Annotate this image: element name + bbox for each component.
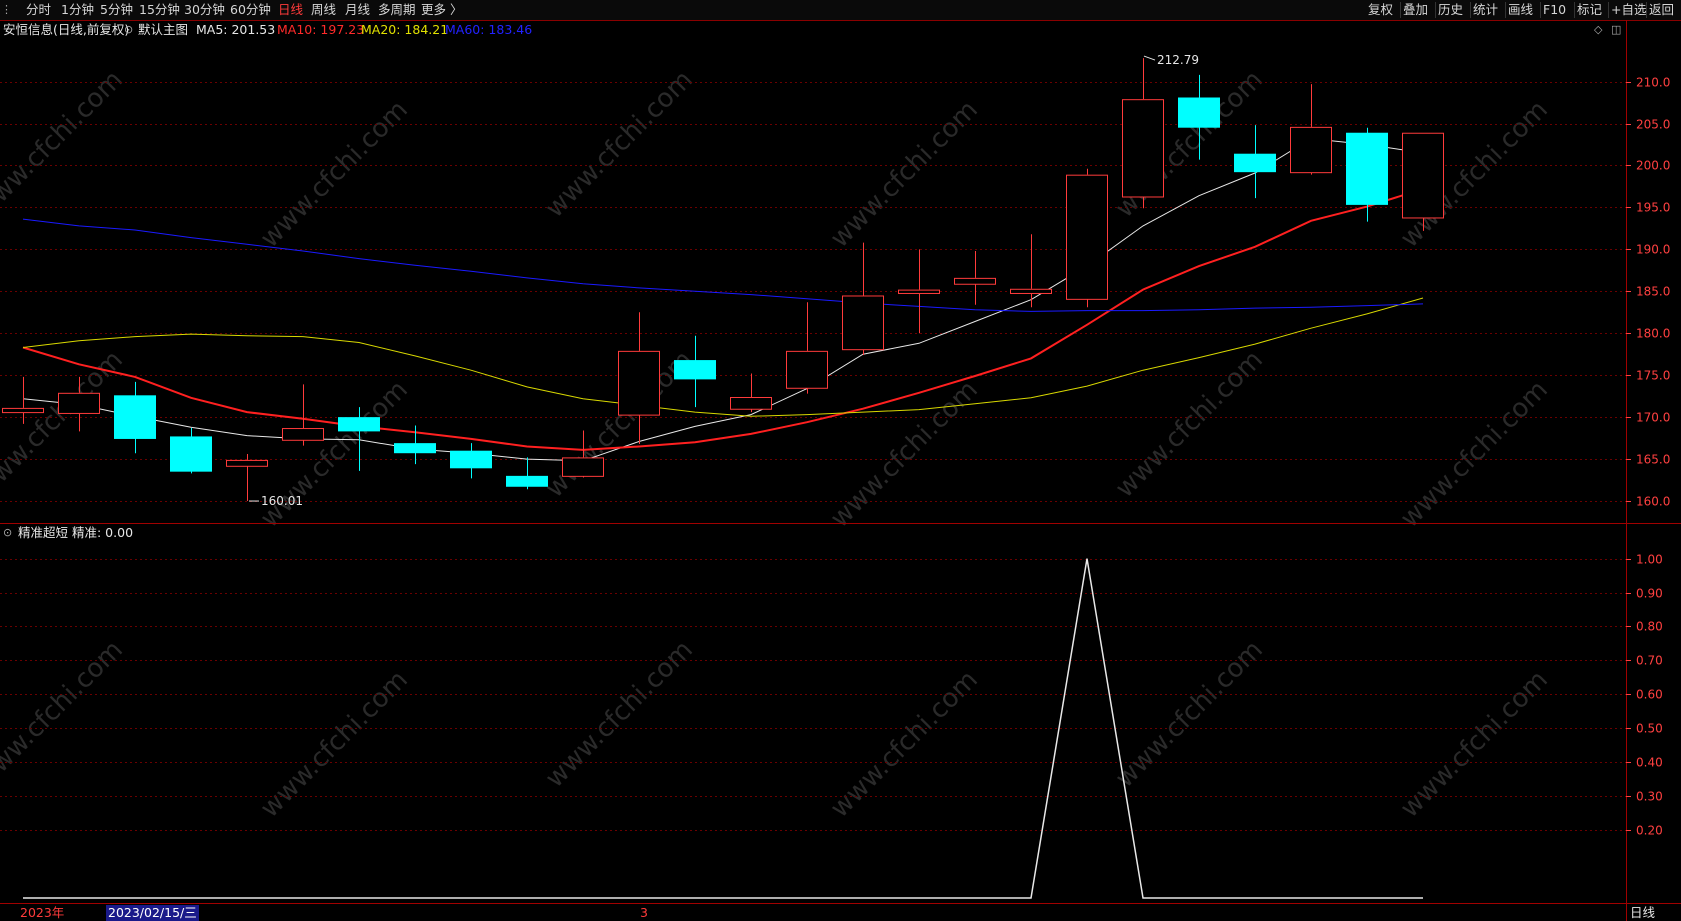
candle-body-8 bbox=[450, 450, 492, 469]
sub-tick-label-7: 0.90 bbox=[1636, 587, 1663, 601]
watermark-13: www.cfchi.com bbox=[255, 665, 414, 824]
candle-body-1 bbox=[58, 392, 100, 414]
candle-body-20 bbox=[1122, 99, 1164, 198]
watermark-layer: www.cfchi.com www.cfchi.com www.cfchi.com w… bbox=[0, 65, 1554, 824]
watermark-12: www.cfchi.com bbox=[0, 635, 129, 794]
candle-body-16 bbox=[898, 289, 940, 294]
watermark-9: www.cfchi.com bbox=[825, 375, 984, 534]
candle-body-22 bbox=[1234, 153, 1276, 173]
candle-14 bbox=[786, 302, 828, 394]
year-label: 2023年 bbox=[20, 905, 65, 920]
watermark-11: www.cfchi.com bbox=[1395, 375, 1554, 534]
watermark-7: www.cfchi.com bbox=[255, 375, 414, 534]
candle-body-19 bbox=[1066, 174, 1108, 300]
candle-22 bbox=[1234, 125, 1276, 199]
main-tick-label-4: 180.0 bbox=[1636, 327, 1670, 341]
main-tick-label-7: 195.0 bbox=[1636, 201, 1670, 215]
candle-15 bbox=[842, 242, 884, 356]
period-label[interactable]: 日线 bbox=[1630, 905, 1655, 921]
sub-tick-label-3: 0.50 bbox=[1636, 722, 1663, 736]
max-price-label: 212.79 bbox=[1157, 53, 1199, 67]
watermark-17: www.cfchi.com bbox=[1395, 665, 1554, 824]
ma-line-ma60 bbox=[22, 218, 1424, 312]
main-tick-label-6: 190.0 bbox=[1636, 243, 1670, 257]
watermark-1: www.cfchi.com bbox=[255, 95, 414, 254]
candle-17 bbox=[954, 251, 996, 305]
candle-body-18 bbox=[1010, 288, 1052, 294]
candle-9 bbox=[506, 457, 548, 490]
month-mark: 3 bbox=[640, 905, 648, 920]
min-price-label: 160.01 bbox=[261, 494, 303, 508]
watermark-2: www.cfchi.com bbox=[540, 65, 699, 224]
candle-13 bbox=[730, 373, 772, 413]
candle-body-10 bbox=[562, 457, 604, 477]
candle-body-3 bbox=[170, 436, 212, 472]
candle-16 bbox=[898, 249, 940, 334]
candle-body-17 bbox=[954, 277, 996, 285]
main-tick-label-3: 175.0 bbox=[1636, 369, 1670, 383]
watermark-10: www.cfchi.com bbox=[1110, 345, 1269, 504]
watermark-0: www.cfchi.com bbox=[0, 65, 129, 224]
candle-body-21 bbox=[1178, 97, 1220, 128]
candle-body-15 bbox=[842, 295, 884, 351]
candle-body-4 bbox=[226, 459, 268, 467]
candle-18 bbox=[1010, 234, 1052, 308]
sub-tick-label-4: 0.60 bbox=[1636, 688, 1663, 702]
main-tick-label-1: 165.0 bbox=[1636, 453, 1670, 467]
candle-12 bbox=[674, 335, 716, 408]
sub-tick-label-1: 0.30 bbox=[1636, 790, 1663, 804]
candle-body-14 bbox=[786, 350, 828, 389]
candle-2 bbox=[114, 381, 156, 454]
chart-canvas[interactable]: www.cfchi.com www.cfchi.com www.cfchi.com w… bbox=[0, 0, 1681, 921]
watermark-3: www.cfchi.com bbox=[825, 95, 984, 254]
candle-5 bbox=[282, 384, 324, 446]
sub-tick-label-5: 0.70 bbox=[1636, 654, 1663, 668]
max-arrow bbox=[1143, 55, 1156, 61]
candle-body-9 bbox=[506, 475, 548, 487]
candle-body-24 bbox=[1346, 132, 1388, 205]
candle-body-13 bbox=[730, 396, 772, 410]
candle-body-11 bbox=[618, 350, 660, 416]
candle-body-7 bbox=[394, 443, 436, 454]
main-tick-label-10: 210.0 bbox=[1636, 76, 1670, 90]
candle-body-12 bbox=[674, 360, 716, 380]
sub-tick-label-8: 1.00 bbox=[1636, 553, 1663, 567]
sub-tick-label-6: 0.80 bbox=[1636, 620, 1663, 634]
candle-body-25 bbox=[1402, 132, 1444, 219]
candle-23 bbox=[1290, 84, 1332, 175]
candle-3 bbox=[170, 428, 212, 474]
candle-20 bbox=[1122, 58, 1164, 209]
watermark-16: www.cfchi.com bbox=[1110, 635, 1269, 794]
candle-8 bbox=[450, 443, 492, 479]
sub-indicator-line bbox=[23, 558, 1423, 899]
candle-body-6 bbox=[338, 417, 380, 432]
signal-line bbox=[23, 558, 1423, 899]
candle-25 bbox=[1402, 132, 1444, 231]
watermark-15: www.cfchi.com bbox=[825, 665, 984, 824]
candle-body-2 bbox=[114, 395, 156, 439]
main-tick-label-5: 185.0 bbox=[1636, 285, 1670, 299]
watermark-14: www.cfchi.com bbox=[540, 635, 699, 794]
cursor-date: 2023/02/15/三 bbox=[106, 905, 199, 921]
main-tick-label-9: 205.0 bbox=[1636, 118, 1670, 132]
sub-tick-label-2: 0.40 bbox=[1636, 756, 1663, 770]
main-tick-label-2: 170.0 bbox=[1636, 411, 1670, 425]
watermark-6: www.cfchi.com bbox=[0, 345, 129, 504]
candle-body-23 bbox=[1290, 126, 1332, 174]
price-axis: 160.0 165.0 170.0 175.0 180.0 185.0 190.0 195.0… bbox=[1626, 76, 1670, 838]
candle-body-0 bbox=[2, 407, 44, 414]
candle-19 bbox=[1066, 168, 1108, 308]
sub-tick-label-0: 0.20 bbox=[1636, 824, 1663, 838]
candle-body-5 bbox=[282, 428, 324, 441]
main-tick-label-0: 160.0 bbox=[1636, 495, 1670, 509]
main-tick-label-8: 200.0 bbox=[1636, 159, 1670, 173]
